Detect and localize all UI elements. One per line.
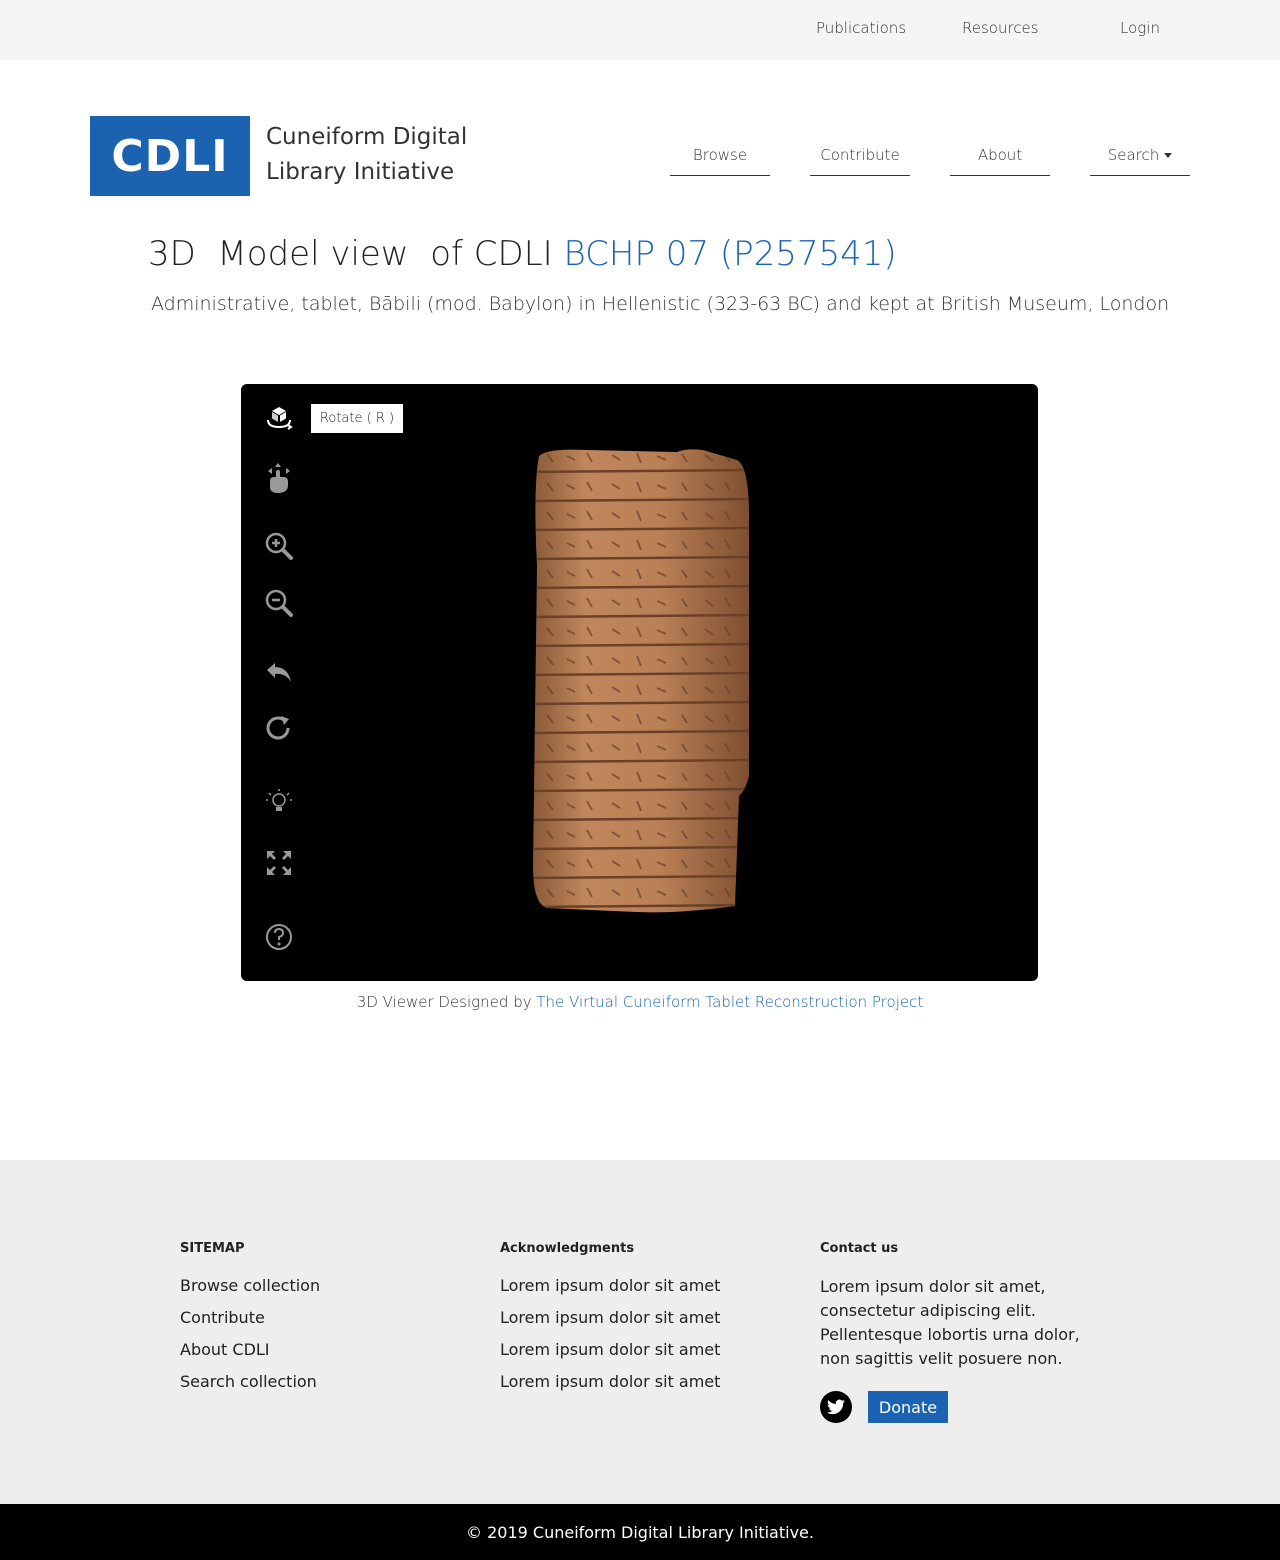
page-title-prefix: 3D Model view of CDLI — [148, 234, 564, 274]
caret-down-icon — [1164, 153, 1173, 158]
cdli-logo[interactable]: CDLI — [90, 116, 250, 196]
sitemap-item-contribute[interactable]: Contribute — [180, 1307, 470, 1339]
footer-sitemap: SITEMAP Browse collection Contribute Abo… — [180, 1241, 470, 1403]
nav-about[interactable]: About — [950, 146, 1050, 176]
resources-link[interactable]: Resources — [962, 19, 1039, 37]
acknowledgment-item[interactable]: Lorem ipsum dolor sit amet — [500, 1371, 790, 1403]
sitemap-item-browse[interactable]: Browse collection — [180, 1275, 470, 1307]
zoom-out-icon[interactable] — [263, 587, 295, 619]
nav-browse[interactable]: Browse — [670, 146, 770, 176]
copyright: © 2019 Cuneiform Digital Library Initiat… — [0, 1504, 1280, 1560]
viewer-credit-prefix: 3D Viewer Designed by — [356, 993, 537, 1011]
contact-text: Lorem ipsum dolor sit amet, consectetur … — [820, 1277, 1080, 1368]
acknowledgments-heading: Acknowledgments — [500, 1241, 635, 1256]
footer-acknowledgments: Acknowledgments Lorem ipsum dolor sit am… — [500, 1241, 790, 1403]
donate-button[interactable]: Donate — [868, 1391, 948, 1423]
undo-icon[interactable] — [263, 657, 295, 689]
acknowledgment-item[interactable]: Lorem ipsum dolor sit amet — [500, 1339, 790, 1371]
twitter-icon[interactable] — [820, 1391, 852, 1423]
rotate-icon[interactable] — [263, 402, 295, 434]
nav-contribute[interactable]: Contribute — [810, 146, 910, 176]
zoom-in-icon[interactable] — [263, 530, 295, 562]
top-utility-bar: Publications Resources Login — [0, 0, 1280, 60]
footer-contact: Contact us Lorem ipsum dolor sit amet, c… — [820, 1241, 1110, 1441]
rotate-tooltip: Rotate ( R ) — [311, 404, 403, 433]
nav-search[interactable]: Search — [1090, 146, 1190, 176]
site-footer: SITEMAP Browse collection Contribute Abo… — [0, 1160, 1280, 1504]
help-icon[interactable] — [263, 921, 295, 953]
tablet-3d-model[interactable] — [527, 446, 757, 916]
acknowledgment-item[interactable]: Lorem ipsum dolor sit amet — [500, 1275, 790, 1307]
pan-icon[interactable] — [263, 462, 295, 494]
publications-link[interactable]: Publications — [816, 19, 906, 37]
vctr-project-link[interactable]: The Virtual Cuneiform Tablet Reconstruct… — [536, 993, 923, 1011]
light-icon[interactable] — [263, 786, 295, 818]
sitemap-item-search[interactable]: Search collection — [180, 1371, 470, 1403]
login-link[interactable]: Login — [1120, 19, 1160, 37]
contact-heading: Contact us — [820, 1241, 899, 1256]
3d-viewer-canvas[interactable]: Rotate ( R ) — [241, 384, 1038, 981]
acknowledgment-item[interactable]: Lorem ipsum dolor sit amet — [500, 1307, 790, 1339]
reset-icon[interactable] — [263, 712, 295, 744]
nav-search-label: Search — [1107, 146, 1160, 164]
viewer-credit: 3D Viewer Designed by The Virtual Cuneif… — [0, 993, 1280, 1011]
page-title: 3D Model view of CDLI BCHP 07 (P257541) — [148, 234, 897, 274]
artifact-link[interactable]: BCHP 07 (P257541) — [564, 234, 897, 274]
sitemap-heading: SITEMAP — [180, 1241, 245, 1256]
artifact-description: Administrative, tablet, Bābili (mod. Bab… — [151, 293, 1170, 315]
fullscreen-icon[interactable] — [263, 847, 295, 879]
site-name: Cuneiform Digital Library Initiative — [266, 124, 468, 185]
sitemap-item-about[interactable]: About CDLI — [180, 1339, 470, 1371]
